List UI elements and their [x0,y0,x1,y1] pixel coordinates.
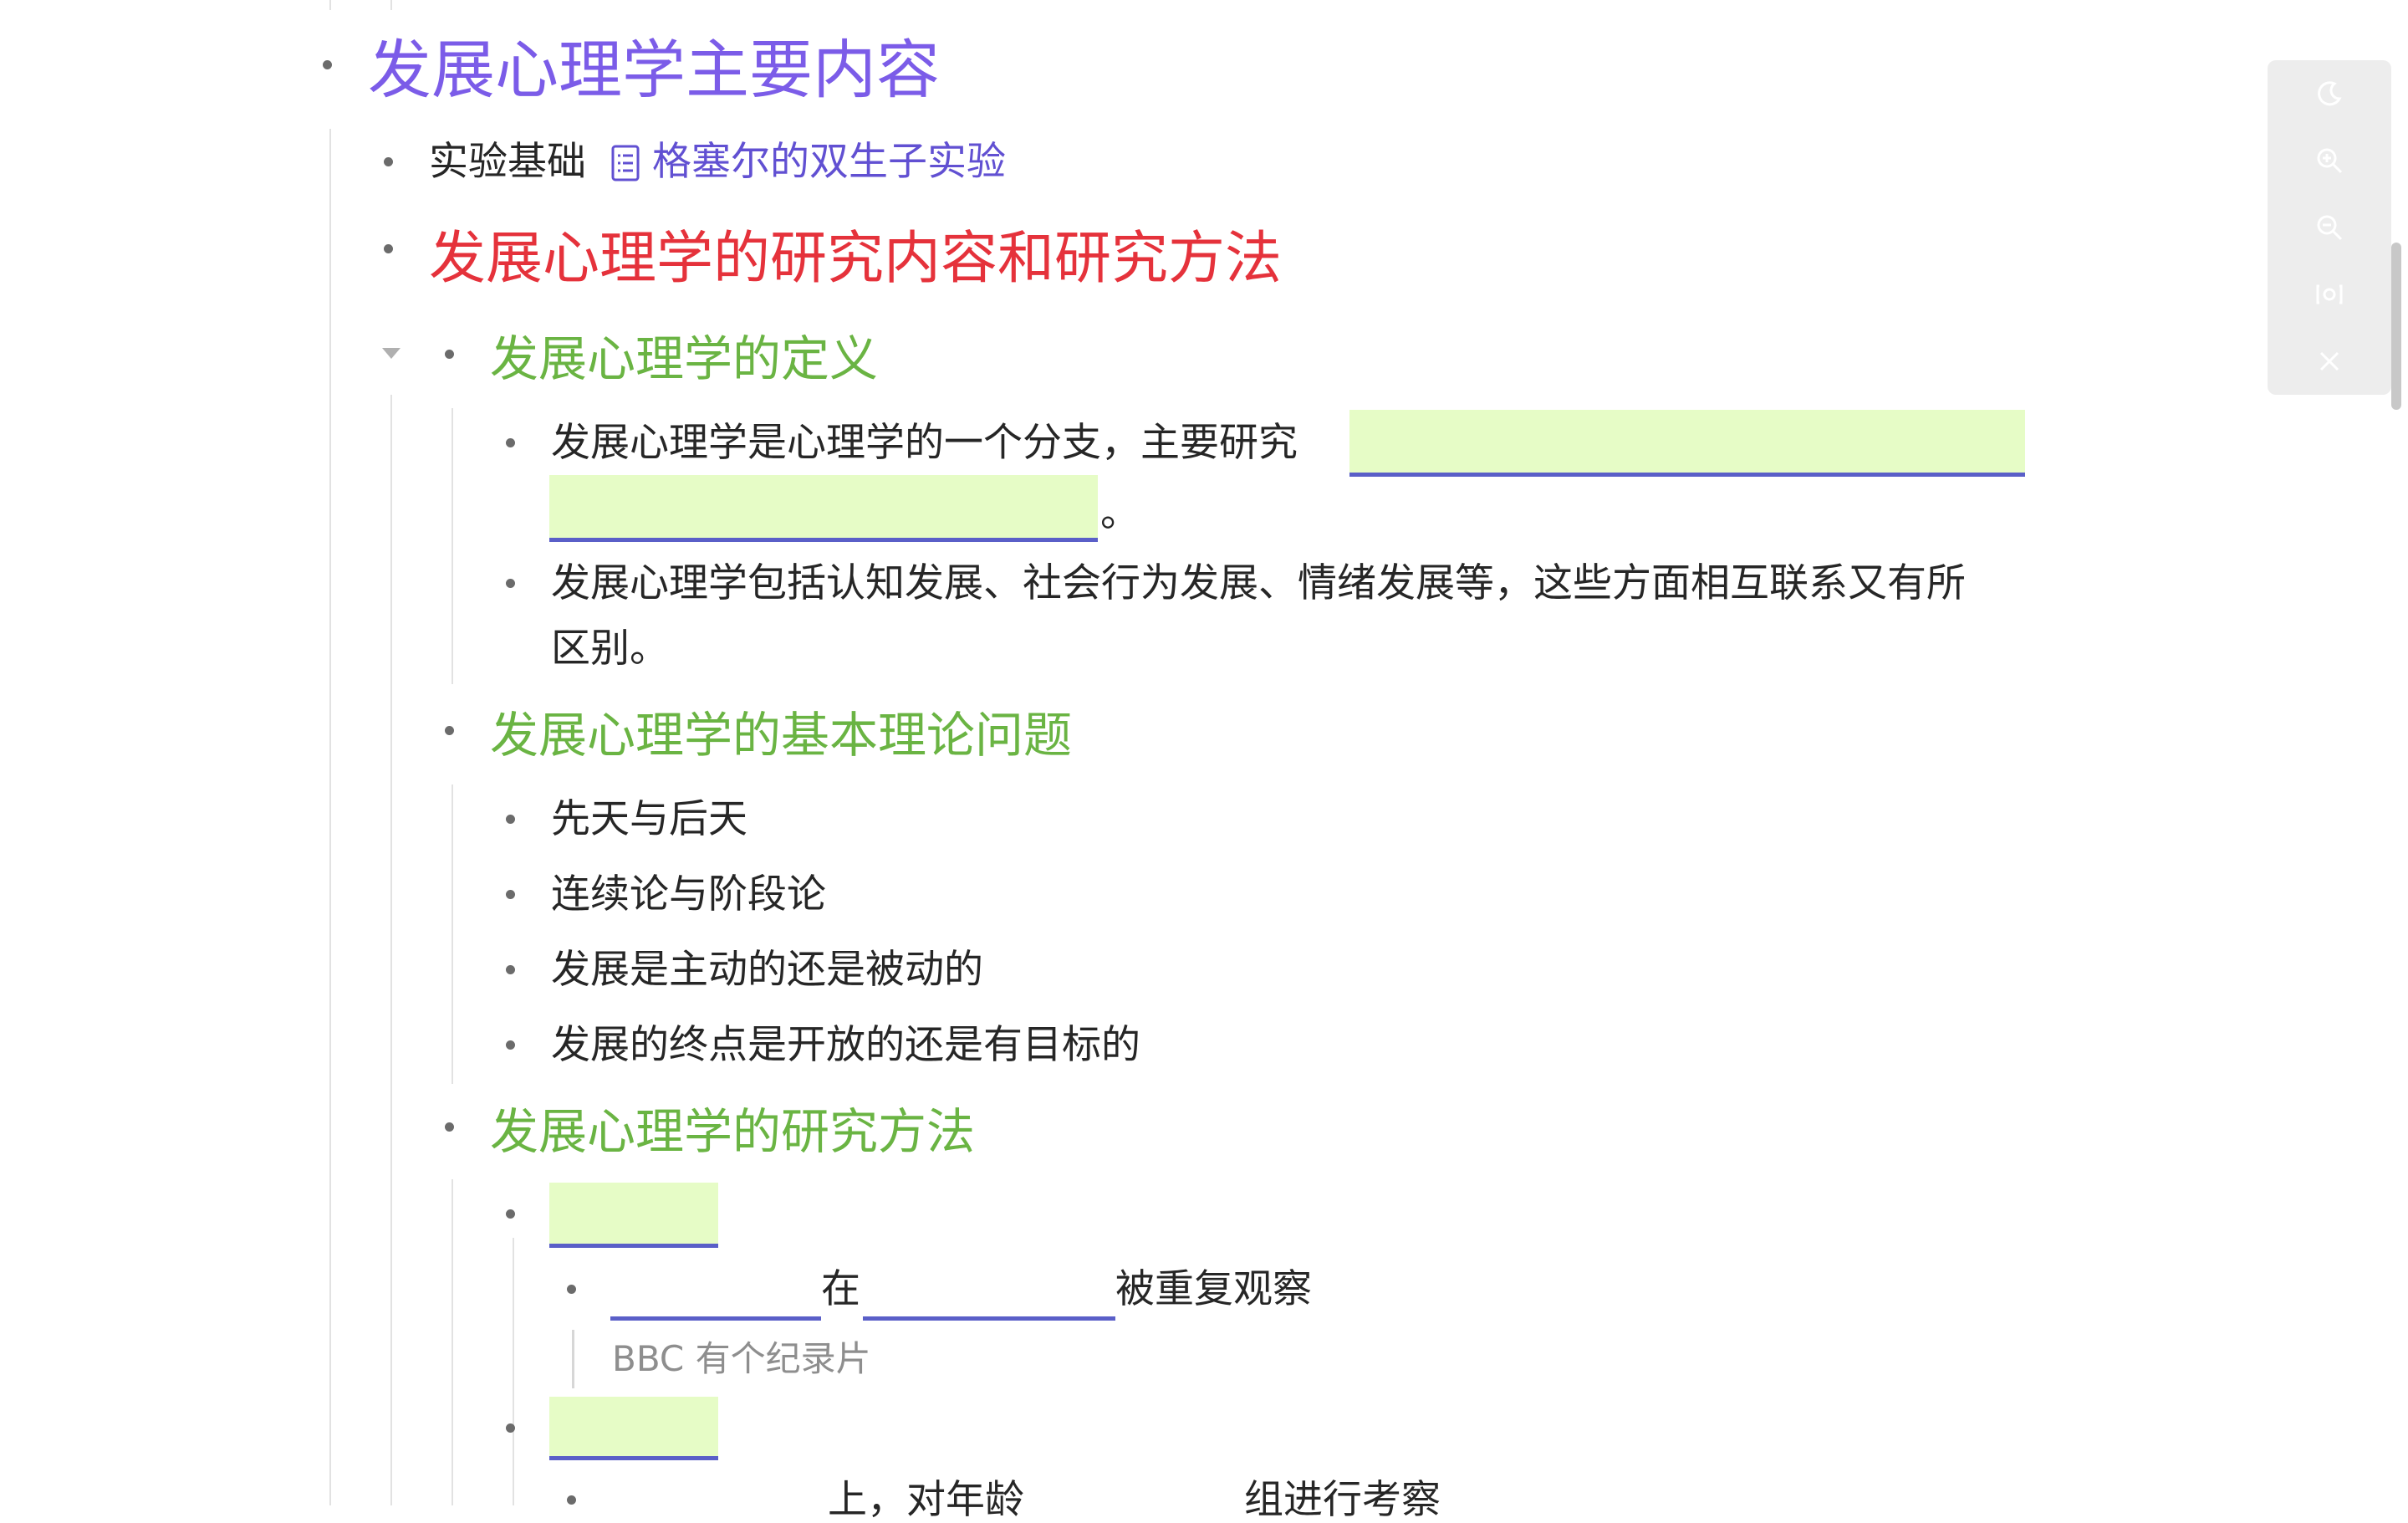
outline-guide-level5 [513,1238,514,1505]
floating-toolbar [2268,60,2391,395]
bullet-theory[interactable] [445,726,454,735]
outline-guide-level4b [452,784,453,1084]
bullet-theory-1[interactable] [506,815,515,824]
definition-aspects-line2: 区别。 [551,626,669,672]
definition-period: 。 [1100,490,1140,536]
outline-guide-level4c [452,1179,453,1505]
theory-item-3: 发展是主动的还是被动的 [551,947,983,993]
definition-aspects-line1: 发展心理学包括认知发展、社会行为发展、情绪发展等，这些方面相互联系又有所 [551,560,1966,606]
method-1-end: 被重复观察 [1115,1266,1312,1312]
cloze-blank-subject[interactable] [610,1316,821,1321]
method-1-mid: 在 [821,1266,860,1312]
heading-main-content: 发展心理学主要内容 [368,33,940,107]
bullet-def-item1[interactable] [506,438,515,447]
bullet-theory-3[interactable] [506,965,515,974]
outline-guide-level1 [329,0,331,10]
cloze-blank-definition-2[interactable] [549,475,1098,542]
bullet-method-1[interactable] [506,1209,515,1219]
bullet-h2[interactable] [384,244,393,253]
moon-icon[interactable] [2268,60,2391,127]
bullet-def-item2[interactable] [506,579,515,588]
cloze-blank-method-1[interactable] [549,1183,718,1248]
method-2-group-text: 组进行考察 [1244,1477,1441,1523]
document-icon [610,144,640,182]
vertical-scrollbar[interactable] [2391,243,2401,410]
bullet-methods[interactable] [445,1122,454,1132]
bullet-method-2[interactable] [506,1423,515,1433]
bullet-definition[interactable] [445,350,454,359]
heading-research-content-methods: 发展心理学的研究内容和研究方法 [429,226,1283,292]
experiment-label: 实验基础 [429,139,586,185]
zoom-in-icon[interactable] [2268,127,2391,194]
method-2-age-text: 上，对年龄 [828,1477,1024,1523]
heading-theory: 发展心理学的基本理论问题 [490,707,1073,764]
outline-guide-level2 [390,0,392,10]
bullet-h1[interactable] [323,60,332,69]
theory-item-1: 先天与后天 [551,796,747,842]
cloze-blank-definition-1[interactable] [1349,410,2025,477]
focus-icon[interactable] [2268,261,2391,328]
bullet-method-1-detail[interactable] [567,1285,576,1294]
bullet-theory-2[interactable] [506,890,515,899]
bullet-theory-4[interactable] [506,1040,515,1050]
bbc-documentary-note: BBC 有个纪录片 [612,1338,871,1379]
note-quote-bar [572,1330,574,1388]
outline-guide-level4a [452,408,453,684]
bullet-method-2-detail[interactable] [567,1495,576,1505]
collapse-arrow-icon[interactable] [381,346,401,360]
heading-definition: 发展心理学的定义 [490,330,879,387]
experiment-page-link[interactable]: 格塞尔的双生子实验 [652,142,1006,181]
zoom-out-icon[interactable] [2268,194,2391,261]
outline-guide-level1b [329,129,331,1505]
heading-methods: 发展心理学的研究方法 [490,1103,976,1160]
outline-guide-level3 [390,395,392,1505]
definition-text: 发展心理学是心理学的一个分支，主要研究 [551,420,1298,466]
bullet-experiment[interactable] [384,157,393,166]
theory-item-4: 发展的终点是开放的还是有目标的 [551,1022,1140,1068]
close-icon[interactable] [2268,328,2391,395]
theory-item-2: 连续论与阶段论 [551,871,826,917]
cloze-blank-method-2[interactable] [549,1397,718,1460]
cloze-blank-period[interactable] [863,1316,1115,1321]
